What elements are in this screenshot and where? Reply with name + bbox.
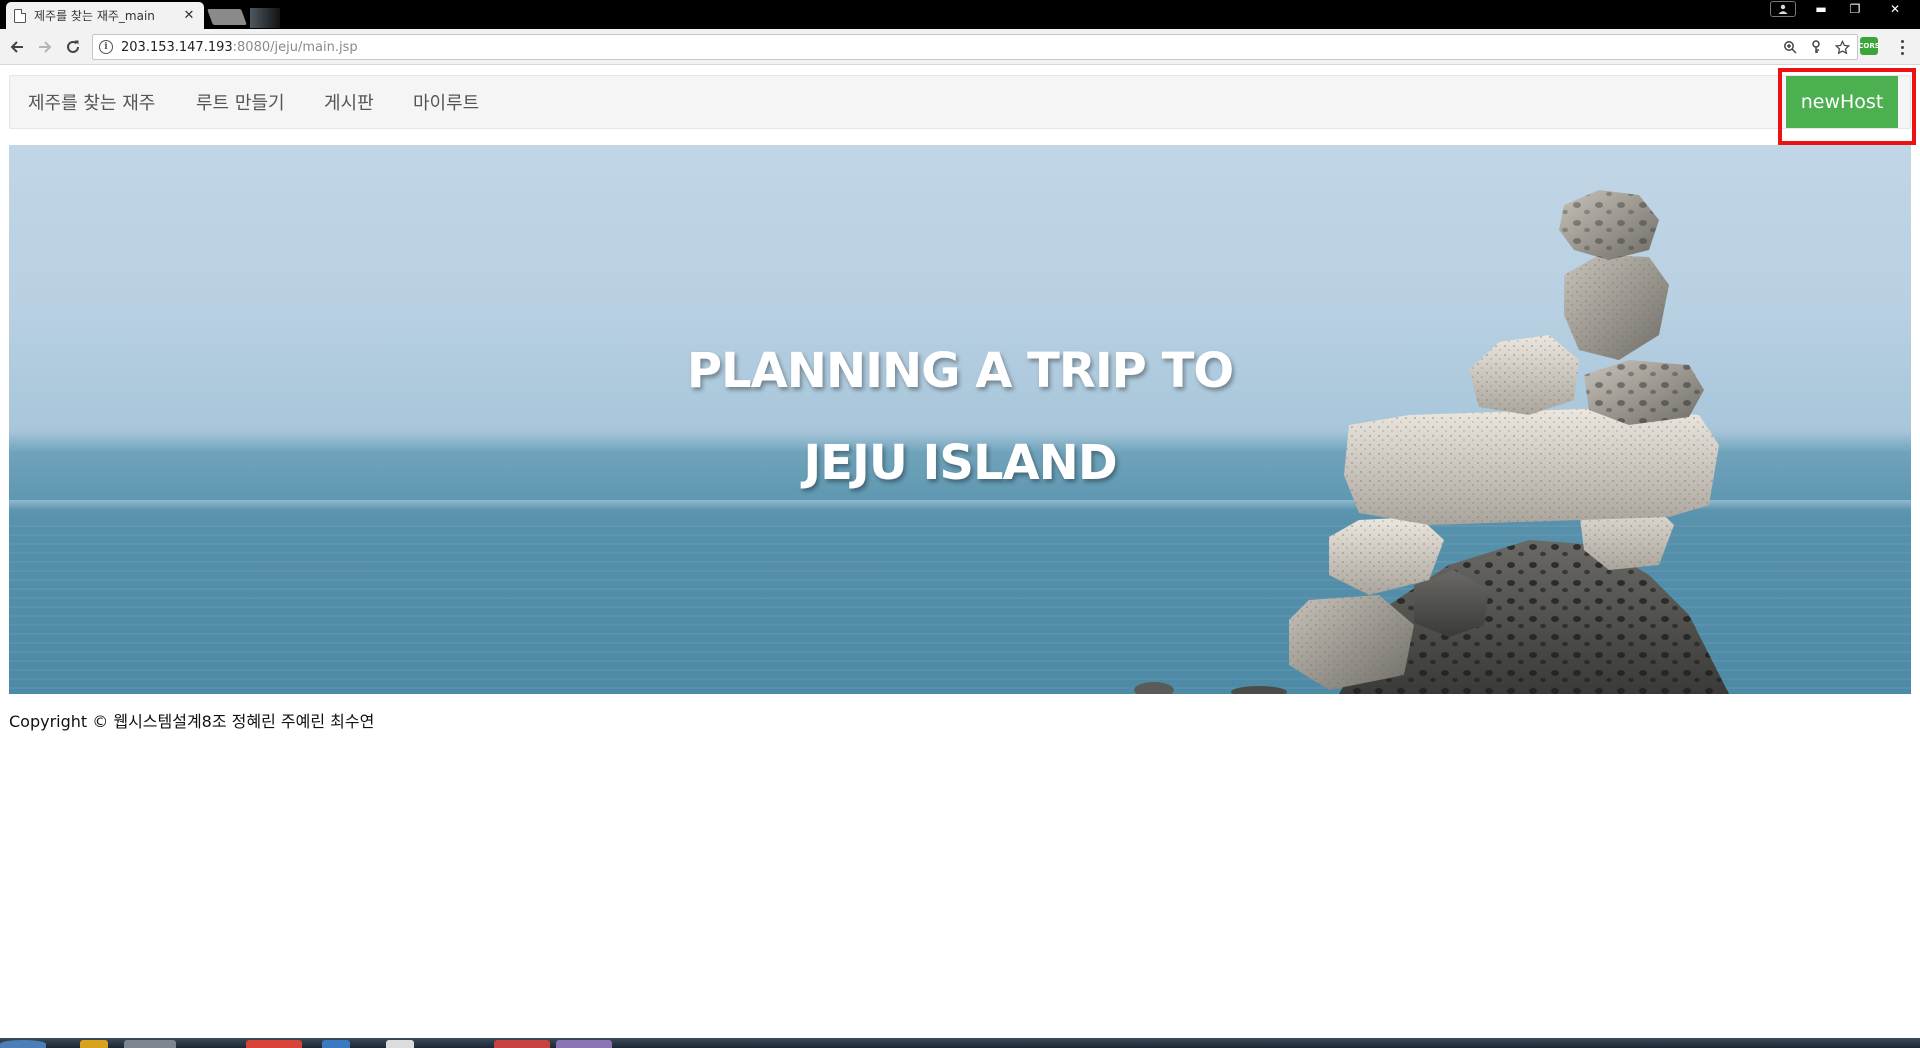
close-window-button[interactable]: ✕ — [1872, 0, 1918, 18]
url-path: :8080/jeju/main.jsp — [232, 39, 358, 55]
browser-tab[interactable]: 제주를 찾는 재주_main ✕ — [6, 2, 204, 29]
nav-item-make-route[interactable]: 루트 만들기 — [196, 76, 285, 128]
taskbar-app-ide[interactable] — [556, 1040, 612, 1048]
footer-copyright: Copyright © 웹시스템설계8조 정혜린 주예린 최수연 — [9, 712, 375, 731]
taskbar-app-misc[interactable] — [386, 1040, 414, 1048]
minimize-button[interactable]: ▬ — [1804, 0, 1838, 18]
back-icon[interactable] — [6, 36, 28, 58]
start-button[interactable] — [0, 1040, 46, 1048]
taskbar-app-chrome[interactable] — [246, 1040, 302, 1048]
os-taskbar — [0, 1038, 1920, 1048]
star-icon[interactable] — [1833, 38, 1851, 56]
nav-brand[interactable]: 제주를 찾는 재주 — [28, 76, 155, 128]
browser-titlebar: 제주를 찾는 재주_main ✕ ▬ ❐ ✕ — [0, 0, 1920, 29]
address-bar[interactable]: i 203.153.147.193:8080/jeju/main.jsp — [92, 34, 1858, 60]
tab-close-icon[interactable]: ✕ — [182, 8, 196, 23]
stone-cairn-image — [1134, 190, 1729, 694]
site-navbar: 제주를 찾는 재주 루트 만들기 게시판 마이루트 — [9, 75, 1911, 129]
hero-title-line1: PLANNING A TRIP TO — [686, 343, 1234, 399]
new-tab-button[interactable] — [207, 9, 247, 25]
url-text[interactable]: 203.153.147.193:8080/jeju/main.jsp — [121, 40, 358, 55]
nav-item-board[interactable]: 게시판 — [324, 76, 374, 128]
browser-toolbar: i 203.153.147.193:8080/jeju/main.jsp COR… — [0, 29, 1920, 65]
key-icon[interactable] — [1807, 38, 1825, 56]
reload-icon[interactable] — [62, 36, 84, 58]
window-controls: ▬ ❐ ✕ — [1770, 0, 1918, 20]
taskbar-app-window[interactable] — [124, 1040, 176, 1048]
tab-title: 제주를 찾는 재주_main — [34, 9, 155, 23]
taskbar-app-explorer[interactable] — [80, 1040, 108, 1048]
hero-banner: PLANNING A TRIP TO JEJU ISLAND — [9, 145, 1911, 694]
cors-extension-icon[interactable]: CORS — [1858, 37, 1880, 55]
taskbar-app-browser2[interactable] — [494, 1040, 550, 1048]
menu-icon[interactable] — [1893, 37, 1911, 57]
forward-icon[interactable] — [34, 36, 56, 58]
dragged-tab-ghost — [250, 8, 280, 28]
nav-item-my-route[interactable]: 마이루트 — [413, 76, 479, 128]
url-host: 203.153.147.193 — [121, 39, 233, 55]
profile-icon[interactable] — [1770, 1, 1796, 17]
page-icon — [14, 8, 26, 23]
restore-button[interactable]: ❐ — [1838, 0, 1872, 18]
info-icon[interactable]: i — [99, 40, 113, 54]
page-content: 제주를 찾는 재주 루트 만들기 게시판 마이루트 newHost PLANNI… — [0, 66, 1920, 1038]
user-button[interactable]: newHost — [1786, 76, 1898, 128]
taskbar-app-editor[interactable] — [322, 1040, 350, 1048]
zoom-icon[interactable] — [1781, 38, 1799, 56]
hero-title-line2: JEJU ISLAND — [803, 435, 1117, 491]
